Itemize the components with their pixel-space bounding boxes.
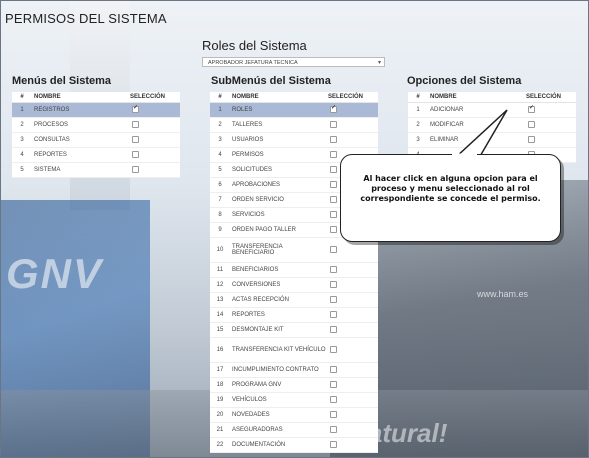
callout-pointer-mask: [452, 153, 477, 157]
